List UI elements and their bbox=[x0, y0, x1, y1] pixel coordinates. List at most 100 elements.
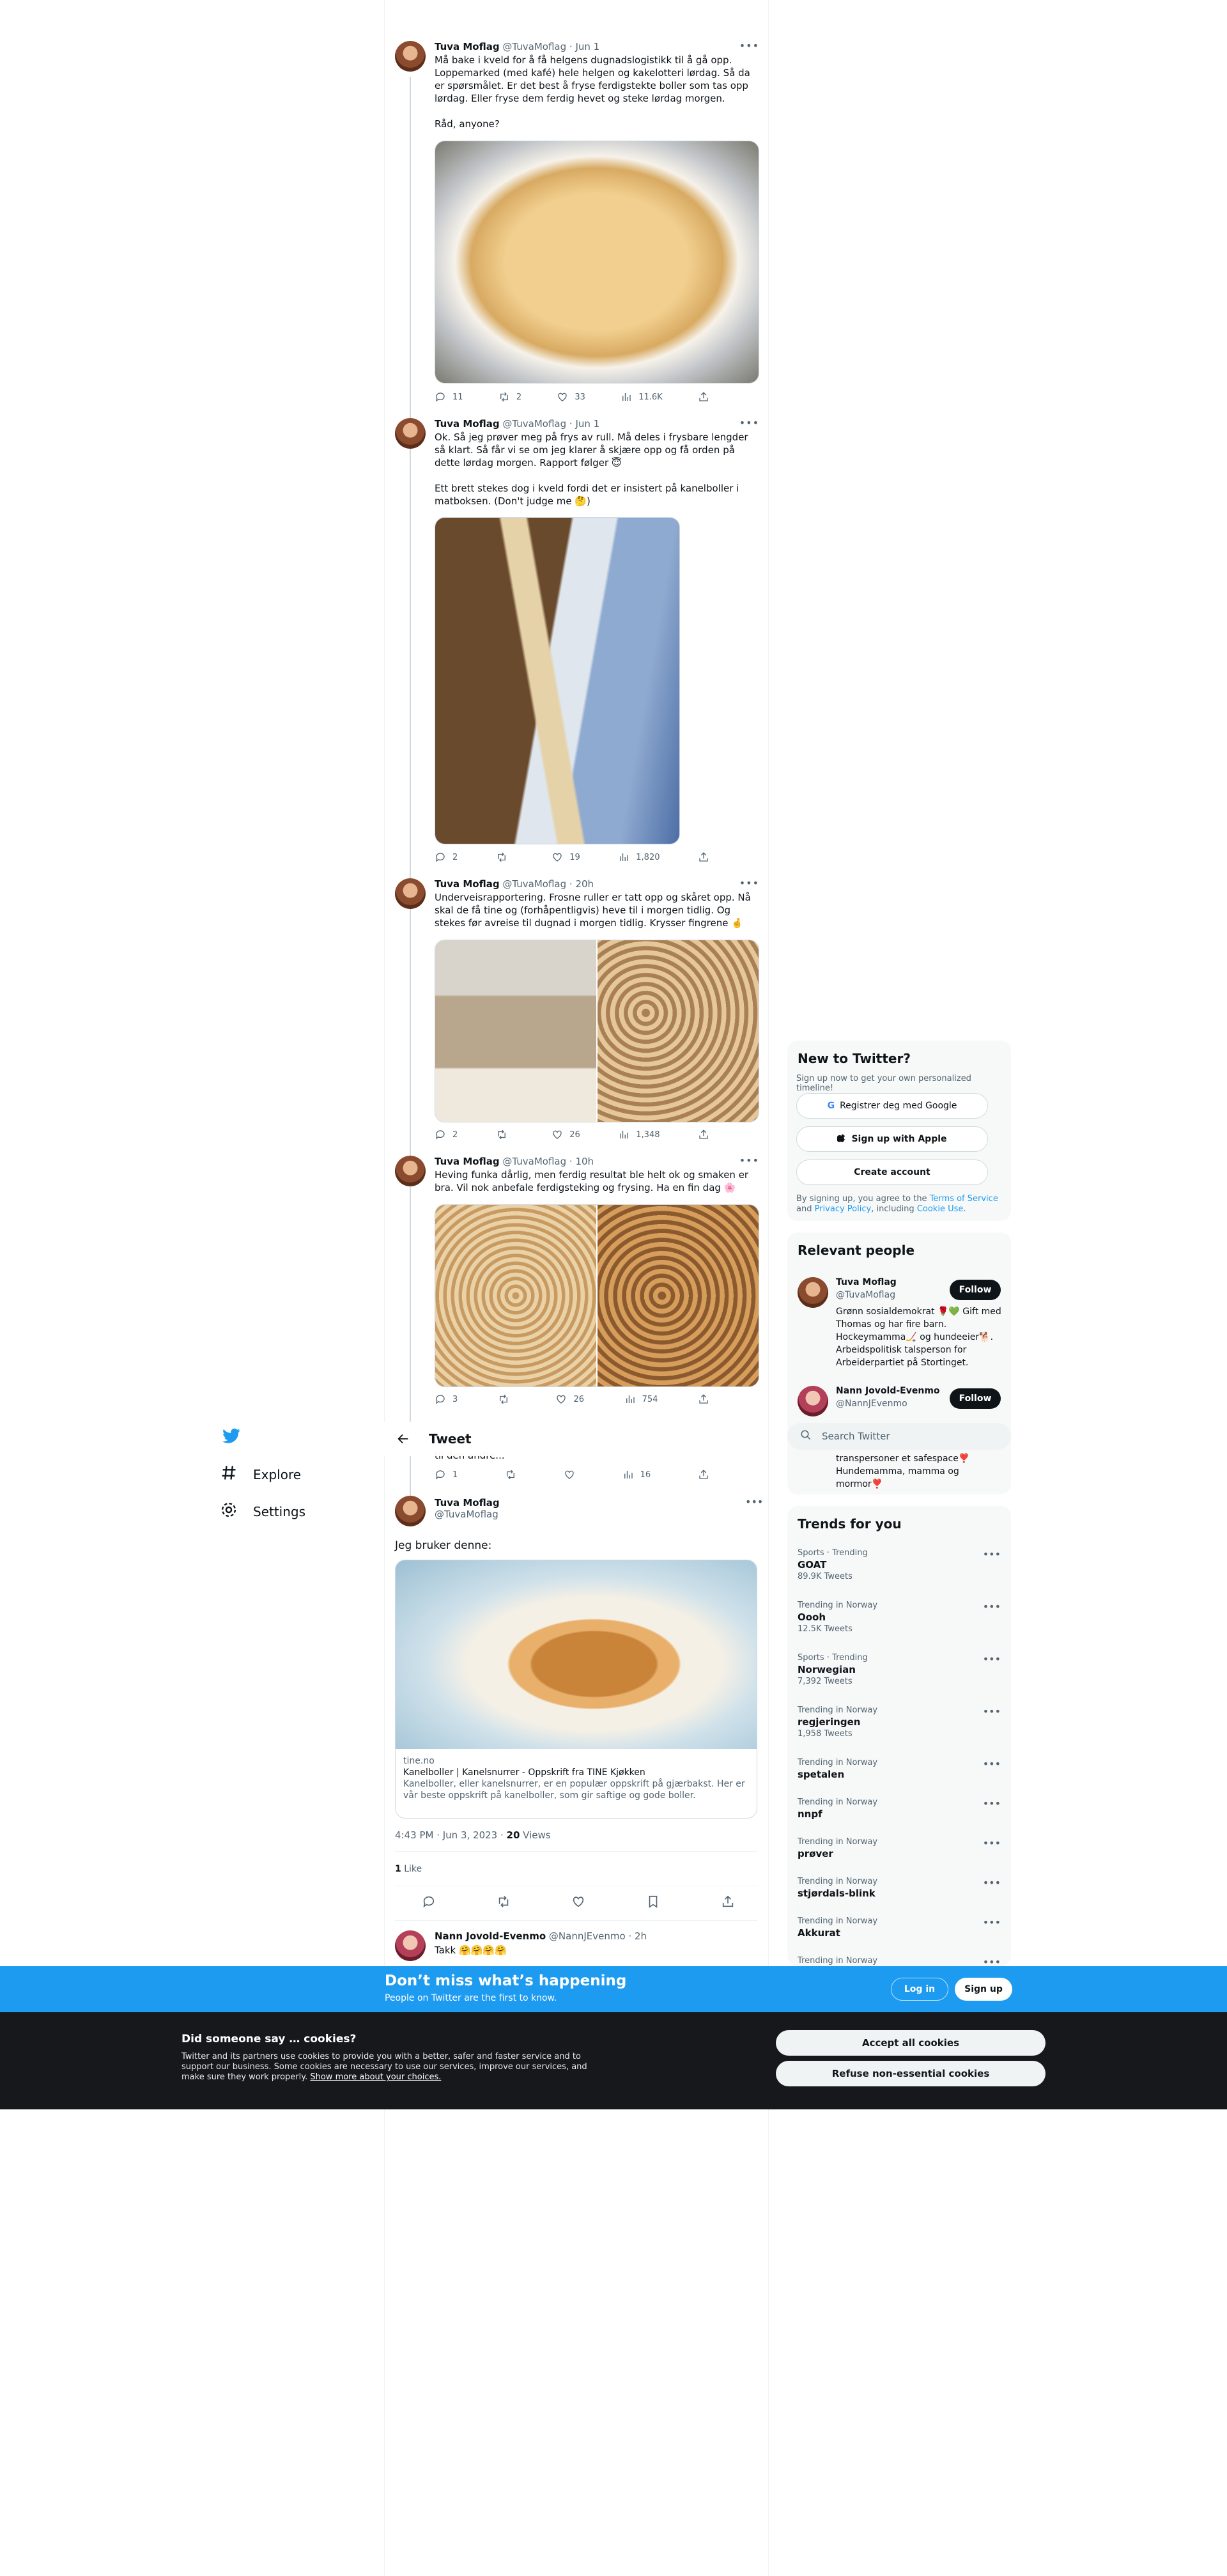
retweet-button[interactable]: 2 bbox=[498, 391, 521, 403]
views-button[interactable]: 16 bbox=[622, 1469, 651, 1480]
refuse-cookies-button[interactable]: Refuse non-essential cookies bbox=[776, 2061, 1046, 2086]
cookie-use-link[interactable]: Cookie Use bbox=[917, 1204, 964, 1214]
retweet-button[interactable] bbox=[496, 1129, 514, 1140]
views-button[interactable]: 754 bbox=[624, 1393, 658, 1405]
back-arrow-icon[interactable] bbox=[392, 1427, 415, 1450]
tweet-time[interactable]: · Jun 1 bbox=[569, 41, 599, 52]
trend-item[interactable]: Trending in Norway spetalen ••• bbox=[798, 1758, 1001, 1780]
heart-icon[interactable] bbox=[571, 1895, 585, 1911]
tweet-photo-cut-roll[interactable] bbox=[435, 940, 596, 1122]
reply-tweet[interactable]: Nann Jovold-Evenmo @NannJEvenmo · 2h Tak… bbox=[435, 1930, 647, 1956]
more-icon[interactable]: ••• bbox=[983, 1653, 1001, 1665]
terms-link[interactable]: Terms of Service bbox=[930, 1194, 998, 1204]
author-name[interactable]: Tuva Moflag bbox=[435, 1156, 500, 1167]
retweet-button[interactable] bbox=[498, 1393, 516, 1405]
thread-tweet[interactable]: Tuva Moflag @TuvaMoflag · Jun 1 ••• Ok. … bbox=[395, 417, 759, 872]
thread-tweet[interactable]: Tuva Moflag @TuvaMoflag · Jun 1 ••• Må b… bbox=[395, 40, 759, 412]
tweet-time[interactable]: · 20h bbox=[569, 878, 594, 890]
accept-cookies-button[interactable]: Accept all cookies bbox=[776, 2030, 1046, 2056]
trend-item[interactable]: Trending in Norway Oooh 12.5K Tweets ••• bbox=[798, 1601, 1001, 1634]
more-icon[interactable]: ••• bbox=[739, 877, 759, 889]
nav-settings[interactable]: Settings bbox=[220, 1501, 305, 1522]
person-name[interactable]: Tuva Moflag bbox=[836, 1277, 897, 1287]
more-icon[interactable]: ••• bbox=[739, 40, 759, 52]
thread-tweet[interactable]: Tuva Moflag @TuvaMoflag · 20h ••• Underv… bbox=[395, 877, 759, 1147]
nav-explore[interactable]: Explore bbox=[220, 1464, 301, 1485]
like-button[interactable] bbox=[564, 1469, 575, 1480]
more-icon[interactable]: ••• bbox=[739, 417, 759, 429]
trend-item[interactable]: Trending in Norway Akkurat ••• bbox=[798, 1916, 1001, 1939]
views-button[interactable]: 1,348 bbox=[618, 1129, 660, 1140]
more-icon[interactable]: ••• bbox=[983, 1705, 1001, 1718]
share-button[interactable] bbox=[698, 1469, 709, 1480]
tweet-photo-dough[interactable] bbox=[435, 141, 759, 384]
author-name[interactable]: Tuva Moflag bbox=[435, 878, 500, 890]
privacy-link[interactable]: Privacy Policy bbox=[815, 1204, 872, 1214]
reply-button[interactable]: 2 bbox=[435, 1129, 458, 1140]
avatar[interactable] bbox=[798, 1277, 828, 1308]
follow-button[interactable]: Follow bbox=[950, 1388, 1001, 1409]
author-name[interactable]: Tuva Moflag bbox=[435, 418, 500, 430]
login-button[interactable]: Log in bbox=[891, 1978, 948, 2001]
retweet-icon[interactable] bbox=[497, 1895, 511, 1911]
tweet-photo-grid[interactable] bbox=[435, 940, 759, 1122]
main-tweet-author[interactable]: Tuva Moflag @TuvaMoflag bbox=[435, 1497, 500, 1520]
tweet-photo-slices[interactable] bbox=[598, 940, 759, 1122]
bookmark-icon[interactable] bbox=[646, 1895, 660, 1911]
timestamp-text[interactable]: 4:43 PM · Jun 3, 2023 · bbox=[395, 1829, 507, 1841]
more-icon[interactable]: ••• bbox=[983, 1797, 1001, 1810]
apple-signup-button[interactable]: Sign up with Apple bbox=[796, 1126, 988, 1152]
share-button[interactable] bbox=[698, 391, 709, 403]
share-button[interactable] bbox=[698, 851, 709, 863]
reply-icon[interactable] bbox=[422, 1895, 436, 1911]
like-button[interactable]: 26 bbox=[555, 1393, 584, 1405]
tweet-photo-roll[interactable] bbox=[435, 517, 680, 844]
tweet-photo-grid[interactable] bbox=[435, 1204, 759, 1387]
tweet-photo-unbaked[interactable] bbox=[435, 1205, 596, 1386]
signup-button[interactable]: Sign up bbox=[955, 1978, 1012, 2001]
more-icon[interactable]: ••• bbox=[983, 1758, 1001, 1770]
trend-item[interactable]: Trending in Norway regjeringen 1,958 Tweet… bbox=[798, 1705, 1001, 1739]
link-card[interactable]: tine.no Kanelboller | Kanelsnurrer - Opp… bbox=[395, 1560, 757, 1819]
retweet-button[interactable] bbox=[496, 851, 514, 863]
avatar[interactable] bbox=[395, 1930, 426, 1961]
avatar[interactable] bbox=[798, 1386, 828, 1416]
more-icon[interactable]: ••• bbox=[739, 1154, 759, 1167]
tweet-time[interactable]: · 10h bbox=[569, 1156, 594, 1167]
trend-item[interactable]: Sports · Trending GOAT 89.9K Tweets ••• bbox=[798, 1548, 1001, 1581]
more-icon[interactable]: ••• bbox=[983, 1877, 1001, 1889]
follow-button[interactable]: Follow bbox=[950, 1280, 1001, 1300]
trend-item[interactable]: Trending in Norway stjørdals-blink ••• bbox=[798, 1877, 1001, 1899]
more-icon[interactable]: ••• bbox=[983, 1548, 1001, 1560]
views-button[interactable]: 11.6K bbox=[621, 391, 663, 403]
reply-button[interactable]: 3 bbox=[435, 1393, 458, 1405]
tweet-photo-baked[interactable] bbox=[598, 1205, 759, 1386]
person-name[interactable]: Nann Jovold-Evenmo bbox=[836, 1386, 940, 1396]
like-button[interactable]: 33 bbox=[557, 391, 585, 403]
more-icon[interactable]: ••• bbox=[983, 1956, 1001, 1966]
more-icon[interactable]: ••• bbox=[983, 1601, 1001, 1613]
trend-item[interactable]: Trending in Norway ••• bbox=[798, 1956, 1001, 1966]
share-icon[interactable] bbox=[721, 1895, 735, 1911]
author-name[interactable]: Tuva Moflag bbox=[435, 41, 500, 52]
thread-tweet[interactable]: Tuva Moflag @TuvaMoflag · 10h ••• Heving… bbox=[395, 1154, 759, 1411]
trend-item[interactable]: Sports · Trending Norwegian 7,392 Tweets ••… bbox=[798, 1653, 1001, 1686]
author-name[interactable]: Tuva Moflag bbox=[435, 1497, 500, 1509]
more-icon[interactable]: ••• bbox=[745, 1496, 763, 1508]
tweet-time[interactable]: · 2h bbox=[628, 1930, 647, 1942]
reply-button[interactable]: 2 bbox=[435, 851, 458, 863]
search-input[interactable]: Search Twitter bbox=[787, 1423, 1011, 1450]
trend-item[interactable]: Trending in Norway prøver ••• bbox=[798, 1837, 1001, 1859]
more-icon[interactable]: ••• bbox=[983, 1837, 1001, 1849]
share-button[interactable] bbox=[698, 1393, 709, 1405]
like-button[interactable]: 19 bbox=[552, 851, 580, 863]
share-button[interactable] bbox=[698, 1129, 709, 1140]
retweet-button[interactable] bbox=[505, 1469, 516, 1480]
tweet-time[interactable]: · Jun 1 bbox=[569, 418, 599, 430]
reply-button[interactable]: 1 bbox=[435, 1469, 458, 1480]
trend-item[interactable]: Trending in Norway nnpf ••• bbox=[798, 1797, 1001, 1820]
avatar[interactable] bbox=[395, 1496, 426, 1526]
cookie-more-link[interactable]: Show more about your choices. bbox=[310, 2072, 441, 2082]
more-icon[interactable]: ••• bbox=[983, 1916, 1001, 1928]
reply-button[interactable]: 11 bbox=[435, 391, 463, 403]
